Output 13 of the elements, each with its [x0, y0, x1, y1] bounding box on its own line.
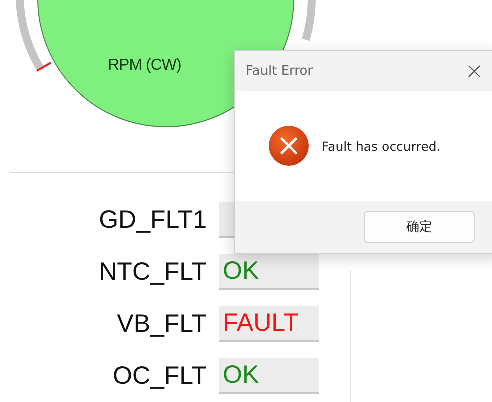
- close-icon[interactable]: [468, 64, 481, 78]
- fault-status: FAULT: [219, 306, 319, 342]
- error-message: Fault has occurred.: [322, 138, 441, 154]
- fault-label: GD_FLT1: [98, 206, 207, 234]
- fault-status: OK: [219, 358, 319, 394]
- fault-label: OC_FLT: [112, 362, 207, 390]
- dialog-title: Fault Error: [246, 64, 314, 78]
- fault-status: OK: [219, 254, 319, 290]
- confirm-button[interactable]: 确定: [364, 211, 475, 243]
- speed-unit: RPM (CW): [108, 57, 182, 75]
- error-icon: [268, 125, 310, 167]
- fault-label: VB_FLT: [116, 310, 207, 338]
- fault-label: NTC_FLT: [98, 258, 207, 286]
